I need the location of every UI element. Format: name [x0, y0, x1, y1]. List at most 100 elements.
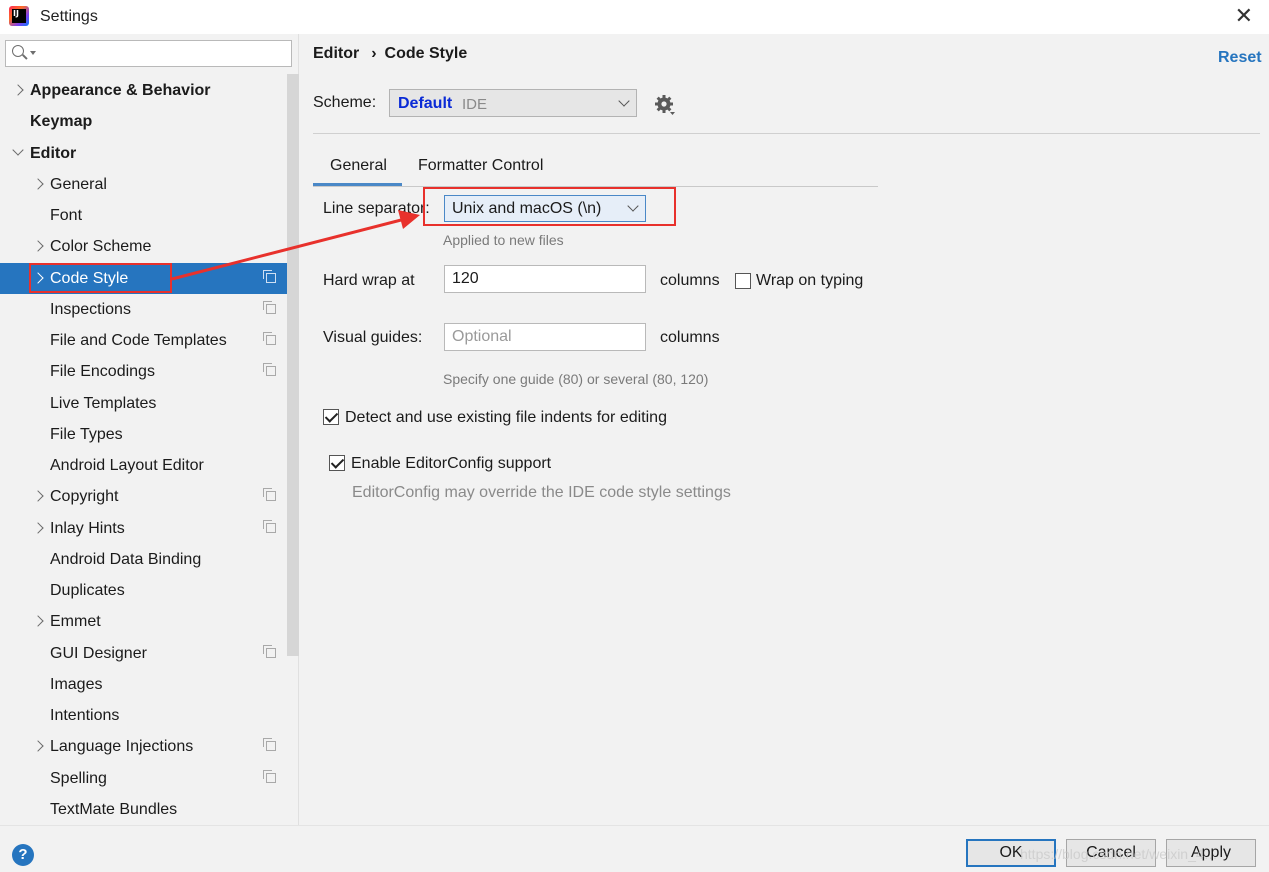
visual-guides-input[interactable] [444, 323, 646, 351]
project-scope-icon [263, 738, 276, 752]
sidebar-item-language-injections[interactable]: Language Injections [0, 731, 287, 762]
sidebar-item-file-and-code-templates[interactable]: File and Code Templates [0, 325, 287, 356]
project-scope-icon [263, 300, 276, 314]
title-bar: IJ Settings ✕ [0, 0, 1269, 34]
chevron-right-icon[interactable] [32, 169, 44, 200]
sidebar-item-label: Emmet [50, 613, 101, 631]
sidebar-item-label: Inspections [50, 300, 131, 318]
scheme-scope: IDE [462, 96, 488, 113]
project-scope-icon [263, 769, 276, 783]
sidebar-item-file-encodings[interactable]: File Encodings [0, 356, 287, 387]
sidebar-item-label: Inlay Hints [50, 519, 125, 537]
breadcrumb: Editor › Code Style [313, 45, 467, 63]
sidebar-item-label: General [50, 175, 107, 193]
search-icon[interactable] [12, 45, 24, 57]
breadcrumb-separator: › [371, 45, 377, 62]
sidebar-item-editor[interactable]: Editor [0, 138, 287, 169]
window-title: Settings [40, 8, 98, 25]
apply-button[interactable]: Apply [1166, 839, 1256, 867]
editorconfig-checkbox[interactable] [329, 455, 345, 471]
chevron-right-icon[interactable] [32, 231, 44, 262]
chevron-down-icon[interactable] [12, 138, 24, 169]
help-icon[interactable]: ? [12, 844, 34, 866]
sidebar-item-label: Color Scheme [50, 238, 152, 256]
sidebar-item-label: Android Data Binding [50, 550, 202, 568]
hard-wrap-input[interactable] [444, 265, 646, 293]
sidebar-item-label: Android Layout Editor [50, 457, 204, 474]
sidebar-item-intentions[interactable]: Intentions [0, 700, 287, 731]
reset-link[interactable]: Reset [1218, 49, 1262, 67]
breadcrumb-code-style: Code Style [384, 45, 468, 62]
code-style-tabs: General Formatter Control [313, 151, 878, 187]
chevron-right-icon[interactable] [32, 513, 44, 544]
sidebar-item-copyright[interactable]: Copyright [0, 481, 287, 512]
sidebar-item-color-scheme[interactable]: Color Scheme [0, 231, 287, 262]
sidebar-item-label: TextMate Bundles [50, 800, 178, 818]
sidebar-item-file-types[interactable]: File Types [0, 419, 287, 450]
settings-search-input[interactable] [38, 43, 288, 63]
sidebar-item-keymap[interactable]: Keymap [0, 106, 287, 137]
sidebar-item-label: Font [50, 207, 83, 224]
tab-formatter-control[interactable]: Formatter Control [418, 157, 543, 187]
sidebar-item-label: Images [50, 675, 103, 693]
sidebar-scrollbar-thumb[interactable] [287, 74, 299, 656]
detect-indents-checkbox[interactable] [323, 409, 339, 425]
editorconfig-label[interactable]: Enable EditorConfig support [351, 455, 551, 473]
close-icon[interactable]: ✕ [1235, 5, 1253, 27]
scheme-select[interactable]: Default IDE [389, 89, 637, 117]
search-history-caret-icon[interactable] [30, 51, 36, 55]
sidebar-item-android-data-binding[interactable]: Android Data Binding [0, 544, 287, 575]
settings-main-panel: Editor › Code Style Reset Scheme: Default … [300, 34, 1269, 825]
sidebar-item-label: Copyright [50, 488, 119, 506]
sidebar-item-android-layout-editor[interactable]: Android Layout Editor [0, 450, 287, 481]
sidebar-item-live-templates[interactable]: Live Templates [0, 388, 287, 419]
sidebar-item-font[interactable]: Font [0, 200, 287, 231]
settings-search[interactable] [5, 40, 292, 67]
sidebar-item-label: File Encodings [50, 363, 155, 381]
line-separator-hint: Applied to new files [443, 232, 564, 248]
settings-tree: Appearance & Behavior Keymap Editor General… [0, 75, 299, 825]
cancel-button[interactable]: Cancel [1066, 839, 1156, 867]
sidebar-item-duplicates[interactable]: Duplicates [0, 575, 287, 606]
sidebar-item-emmet[interactable]: Emmet [0, 606, 287, 637]
sidebar-item-label: Editor [30, 144, 77, 162]
active-tab-indicator [313, 183, 402, 186]
code-style-highlight-box [29, 263, 172, 293]
hard-wrap-label: Hard wrap at [323, 272, 415, 289]
sidebar-item-label: Keymap [30, 113, 93, 131]
sidebar-item-general[interactable]: General [0, 169, 287, 200]
line-separator-highlight-box [423, 187, 676, 226]
sidebar-item-gui-designer[interactable]: GUI Designer [0, 638, 287, 669]
line-separator-label: Line separator: [323, 200, 430, 217]
sidebar-item-label: File Types [50, 425, 123, 443]
settings-sidebar: Appearance & Behavior Keymap Editor General… [0, 34, 299, 825]
sidebar-item-textmate-bundles[interactable]: TextMate Bundles [0, 794, 287, 825]
project-scope-icon [263, 269, 276, 283]
project-scope-icon [263, 332, 276, 345]
header-divider [313, 133, 1260, 134]
scheme-value: Default [398, 95, 453, 112]
detect-indents-label[interactable]: Detect and use existing file indents for… [345, 409, 667, 427]
chevron-right-icon[interactable] [32, 481, 44, 512]
gear-icon[interactable] [654, 94, 676, 116]
ok-button[interactable]: OK [966, 839, 1056, 867]
hard-wrap-units: columns [660, 272, 720, 289]
sidebar-item-label: GUI Designer [50, 644, 147, 662]
scheme-label: Scheme: [313, 94, 377, 111]
wrap-on-typing-label[interactable]: Wrap on typing [756, 272, 863, 290]
sidebar-item-inspections[interactable]: Inspections [0, 294, 287, 325]
wrap-on-typing-checkbox[interactable] [735, 273, 751, 289]
sidebar-item-appearance-behavior[interactable]: Appearance & Behavior [0, 75, 287, 106]
visual-guides-hint: Specify one guide (80) or several (80, 1… [443, 371, 709, 387]
sidebar-item-label: Duplicates [50, 582, 125, 599]
project-scope-icon [263, 644, 276, 658]
sidebar-item-inlay-hints[interactable]: Inlay Hints [0, 513, 287, 544]
sidebar-item-images[interactable]: Images [0, 669, 287, 700]
chevron-right-icon[interactable] [32, 731, 44, 762]
chevron-right-icon[interactable] [32, 606, 44, 637]
dialog-button-bar: ? OK Cancel Apply https://blog.csdn.net/… [0, 825, 1269, 872]
sidebar-item-label: Live Templates [50, 394, 157, 412]
chevron-right-icon[interactable] [12, 75, 24, 106]
sidebar-item-spelling[interactable]: Spelling [0, 763, 287, 794]
breadcrumb-editor[interactable]: Editor [313, 45, 359, 62]
